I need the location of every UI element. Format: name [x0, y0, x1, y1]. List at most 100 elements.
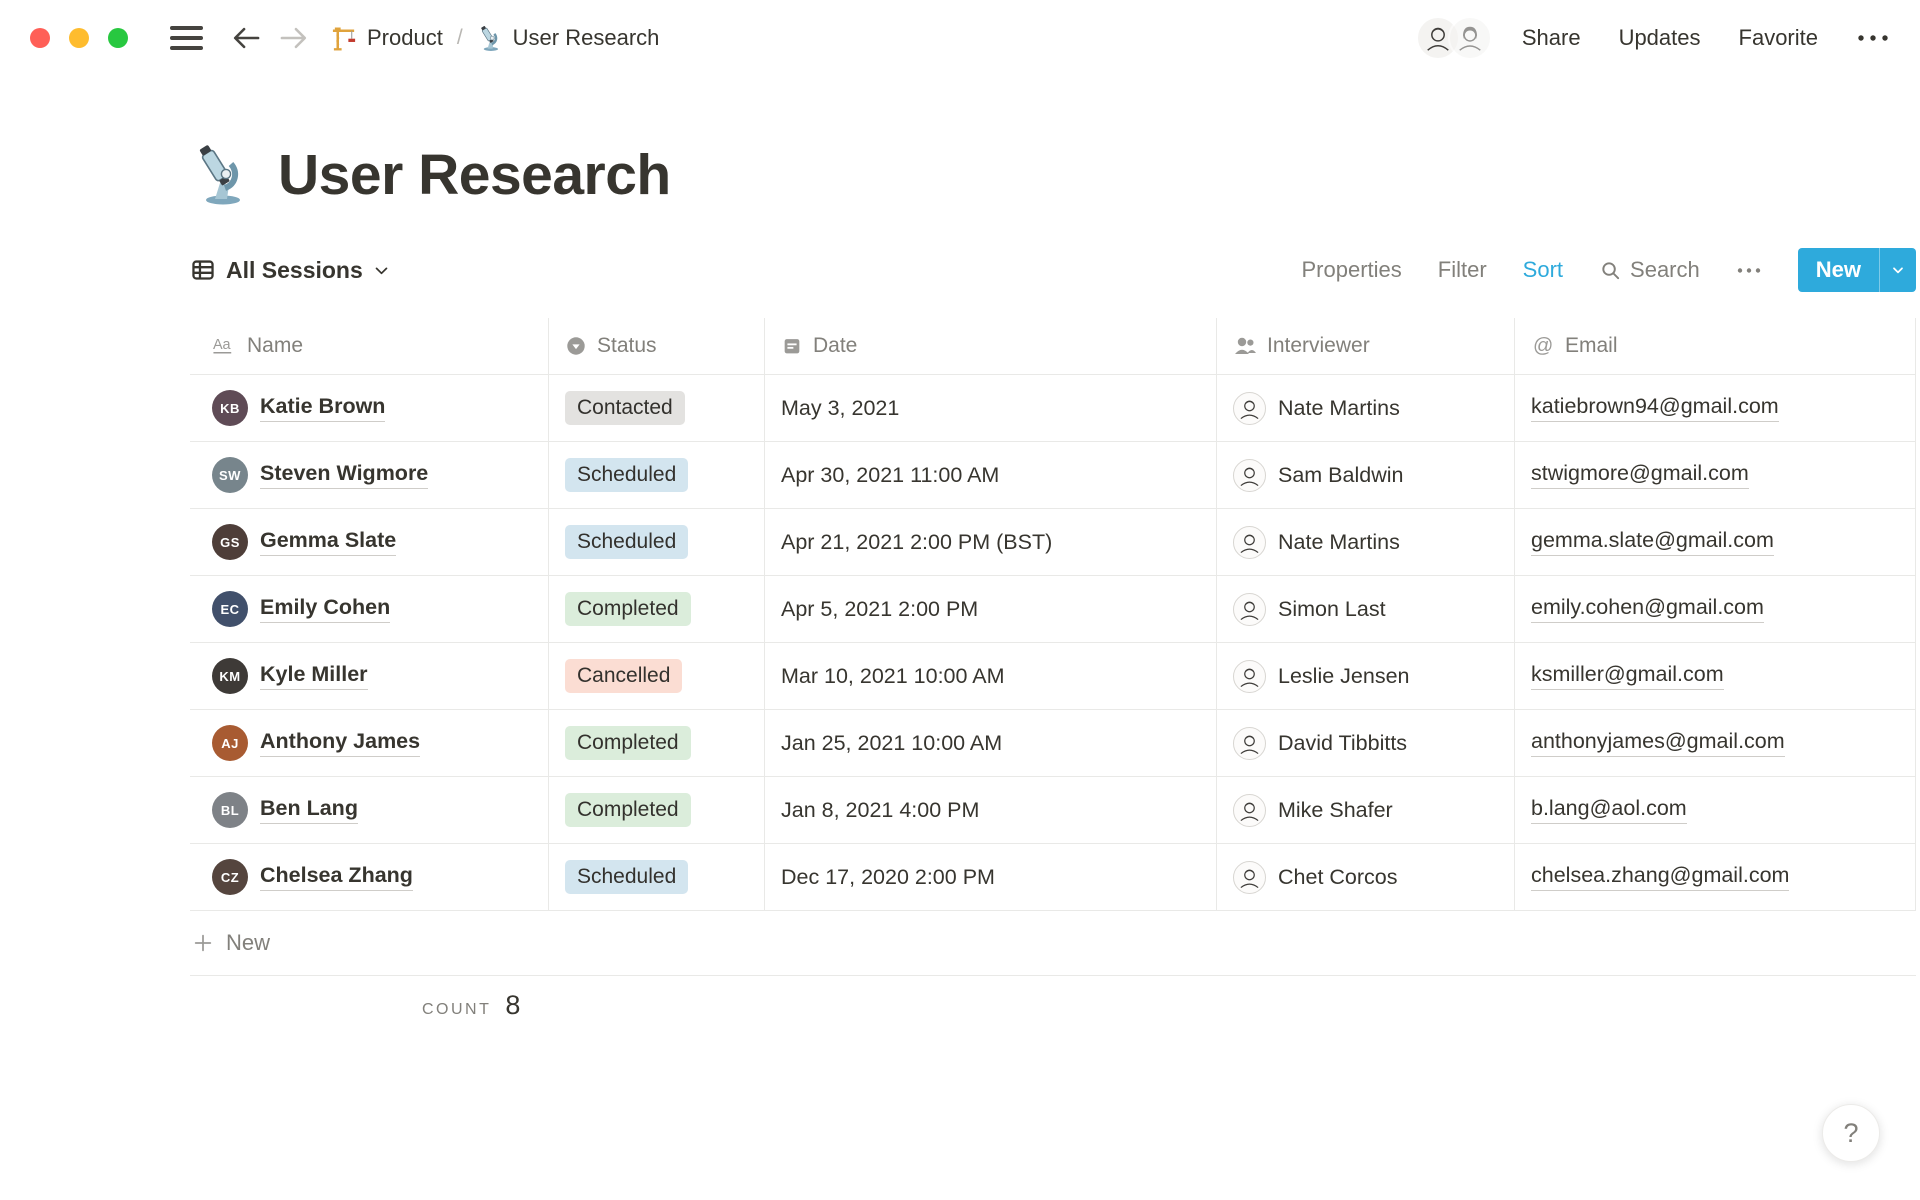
- cell-date[interactable]: May 3, 2021: [765, 375, 1217, 441]
- cell-interviewer[interactable]: Mike Shafer: [1217, 777, 1515, 843]
- person-name-link[interactable]: Gemma Slate: [260, 528, 397, 556]
- table-row[interactable]: BL Ben Lang Completed Jan 8, 2021 4:00 PM Mi…: [190, 777, 1916, 844]
- table-row[interactable]: GS Gemma Slate Scheduled Apr 21, 2021 2:00 …: [190, 509, 1916, 576]
- breadcrumb-item-product[interactable]: Product: [331, 25, 443, 52]
- interviewer-name: Nate Martins: [1278, 529, 1400, 554]
- table-row[interactable]: AJ Anthony James Completed Jan 25, 2021 10:…: [190, 710, 1916, 777]
- email-link[interactable]: gemma.slate@gmail.com: [1531, 528, 1774, 556]
- email-link[interactable]: katiebrown94@gmail.com: [1531, 394, 1779, 422]
- crane-icon: [331, 25, 358, 52]
- cell-status[interactable]: Completed: [549, 710, 765, 776]
- more-options-icon[interactable]: [1856, 32, 1890, 44]
- cell-status[interactable]: Contacted: [549, 375, 765, 441]
- cell-interviewer[interactable]: Chet Corcos: [1217, 844, 1515, 910]
- email-link[interactable]: ksmiller@gmail.com: [1531, 662, 1724, 690]
- cell-date[interactable]: Mar 10, 2021 10:00 AM: [765, 643, 1217, 709]
- cell-name[interactable]: BL Ben Lang: [190, 777, 549, 843]
- person-name-link[interactable]: Kyle Miller: [260, 662, 368, 690]
- column-header-interviewer[interactable]: Interviewer: [1217, 318, 1515, 374]
- cell-date[interactable]: Jan 8, 2021 4:00 PM: [765, 777, 1217, 843]
- table-row[interactable]: EC Emily Cohen Completed Apr 5, 2021 2:00 P…: [190, 576, 1916, 643]
- page-icon-microscope[interactable]: [190, 143, 254, 207]
- favorite-button[interactable]: Favorite: [1739, 25, 1818, 51]
- updates-button[interactable]: Updates: [1619, 25, 1701, 51]
- cell-status[interactable]: Completed: [549, 777, 765, 843]
- page-title[interactable]: User Research: [278, 142, 671, 208]
- column-header-status[interactable]: Status: [549, 318, 765, 374]
- cell-name[interactable]: KM Kyle Miller: [190, 643, 549, 709]
- cell-date[interactable]: Apr 21, 2021 2:00 PM (BST): [765, 509, 1217, 575]
- cell-interviewer[interactable]: Nate Martins: [1217, 509, 1515, 575]
- filter-button[interactable]: Filter: [1438, 257, 1487, 283]
- cell-date[interactable]: Apr 30, 2021 11:00 AM: [765, 442, 1217, 508]
- email-link[interactable]: anthonyjames@gmail.com: [1531, 729, 1785, 757]
- cell-email[interactable]: ksmiller@gmail.com: [1515, 643, 1916, 709]
- help-button[interactable]: ?: [1822, 1104, 1880, 1162]
- database-toolbar: All Sessions Properties Filter Sort Sear…: [190, 244, 1916, 296]
- person-name-link[interactable]: Katie Brown: [260, 394, 386, 422]
- table-row[interactable]: SW Steven Wigmore Scheduled Apr 30, 2021 11…: [190, 442, 1916, 509]
- view-more-options-icon[interactable]: [1736, 266, 1762, 275]
- table-row[interactable]: KM Kyle Miller Cancelled Mar 10, 2021 10:00…: [190, 643, 1916, 710]
- email-link[interactable]: stwigmore@gmail.com: [1531, 461, 1749, 489]
- sidebar-menu-icon[interactable]: [170, 26, 203, 50]
- search-button[interactable]: Search: [1599, 257, 1700, 283]
- cell-email[interactable]: stwigmore@gmail.com: [1515, 442, 1916, 508]
- table-row[interactable]: KB Katie Brown Contacted May 3, 2021 Nate Ma…: [190, 375, 1916, 442]
- cell-email[interactable]: gemma.slate@gmail.com: [1515, 509, 1916, 575]
- cell-name[interactable]: CZ Chelsea Zhang: [190, 844, 549, 910]
- forward-arrow-icon[interactable]: [275, 18, 315, 58]
- at-icon: @: [1531, 334, 1555, 358]
- cell-status[interactable]: Completed: [549, 576, 765, 642]
- cell-name[interactable]: AJ Anthony James: [190, 710, 549, 776]
- cell-email[interactable]: b.lang@aol.com: [1515, 777, 1916, 843]
- cell-email[interactable]: emily.cohen@gmail.com: [1515, 576, 1916, 642]
- cell-status[interactable]: Scheduled: [549, 844, 765, 910]
- person-name-link[interactable]: Steven Wigmore: [260, 461, 429, 489]
- cell-date[interactable]: Apr 5, 2021 2:00 PM: [765, 576, 1217, 642]
- minimize-window-button[interactable]: [69, 28, 89, 48]
- person-name-link[interactable]: Chelsea Zhang: [260, 863, 413, 891]
- count-label: COUNT: [422, 1001, 492, 1018]
- column-header-email[interactable]: @ Email: [1515, 318, 1916, 374]
- cell-name[interactable]: EC Emily Cohen: [190, 576, 549, 642]
- new-record-button[interactable]: New: [1797, 248, 1916, 292]
- cell-status[interactable]: Scheduled: [549, 509, 765, 575]
- cell-name[interactable]: SW Steven Wigmore: [190, 442, 549, 508]
- cell-email[interactable]: katiebrown94@gmail.com: [1515, 375, 1916, 441]
- cell-status[interactable]: Cancelled: [549, 643, 765, 709]
- email-link[interactable]: chelsea.zhang@gmail.com: [1531, 863, 1790, 891]
- column-header-date[interactable]: Date: [765, 318, 1217, 374]
- cell-name[interactable]: GS Gemma Slate: [190, 509, 549, 575]
- person-name-link[interactable]: Ben Lang: [260, 796, 358, 824]
- table-row[interactable]: CZ Chelsea Zhang Scheduled Dec 17, 2020 2:0…: [190, 844, 1916, 911]
- sort-button[interactable]: Sort: [1523, 257, 1563, 283]
- new-button-label[interactable]: New: [1798, 248, 1879, 292]
- cell-interviewer[interactable]: Sam Baldwin: [1217, 442, 1515, 508]
- cell-interviewer[interactable]: Simon Last: [1217, 576, 1515, 642]
- breadcrumb-item-user-research[interactable]: User Research: [477, 25, 659, 52]
- email-link[interactable]: emily.cohen@gmail.com: [1531, 595, 1764, 623]
- person-name-link[interactable]: Anthony James: [260, 729, 421, 757]
- close-window-button[interactable]: [30, 28, 50, 48]
- collaborator-avatar[interactable]: [1447, 16, 1492, 60]
- share-button[interactable]: Share: [1522, 25, 1581, 51]
- cell-email[interactable]: chelsea.zhang@gmail.com: [1515, 844, 1916, 910]
- cell-date[interactable]: Jan 25, 2021 10:00 AM: [765, 710, 1217, 776]
- back-arrow-icon[interactable]: [225, 18, 265, 58]
- cell-email[interactable]: anthonyjames@gmail.com: [1515, 710, 1916, 776]
- email-link[interactable]: b.lang@aol.com: [1531, 796, 1687, 824]
- cell-name[interactable]: KB Katie Brown: [190, 375, 549, 441]
- cell-interviewer[interactable]: Leslie Jensen: [1217, 643, 1515, 709]
- person-name-link[interactable]: Emily Cohen: [260, 595, 391, 623]
- cell-status[interactable]: Scheduled: [549, 442, 765, 508]
- view-switcher[interactable]: All Sessions: [190, 257, 390, 284]
- properties-button[interactable]: Properties: [1302, 257, 1402, 283]
- new-button-chevron-icon[interactable]: [1880, 248, 1916, 292]
- cell-interviewer[interactable]: David Tibbitts: [1217, 710, 1515, 776]
- column-header-name[interactable]: Aa Name: [190, 318, 549, 374]
- cell-date[interactable]: Dec 17, 2020 2:00 PM: [765, 844, 1217, 910]
- cell-interviewer[interactable]: Nate Martins: [1217, 375, 1515, 441]
- zoom-window-button[interactable]: [108, 28, 128, 48]
- add-new-row-button[interactable]: New: [190, 911, 1916, 976]
